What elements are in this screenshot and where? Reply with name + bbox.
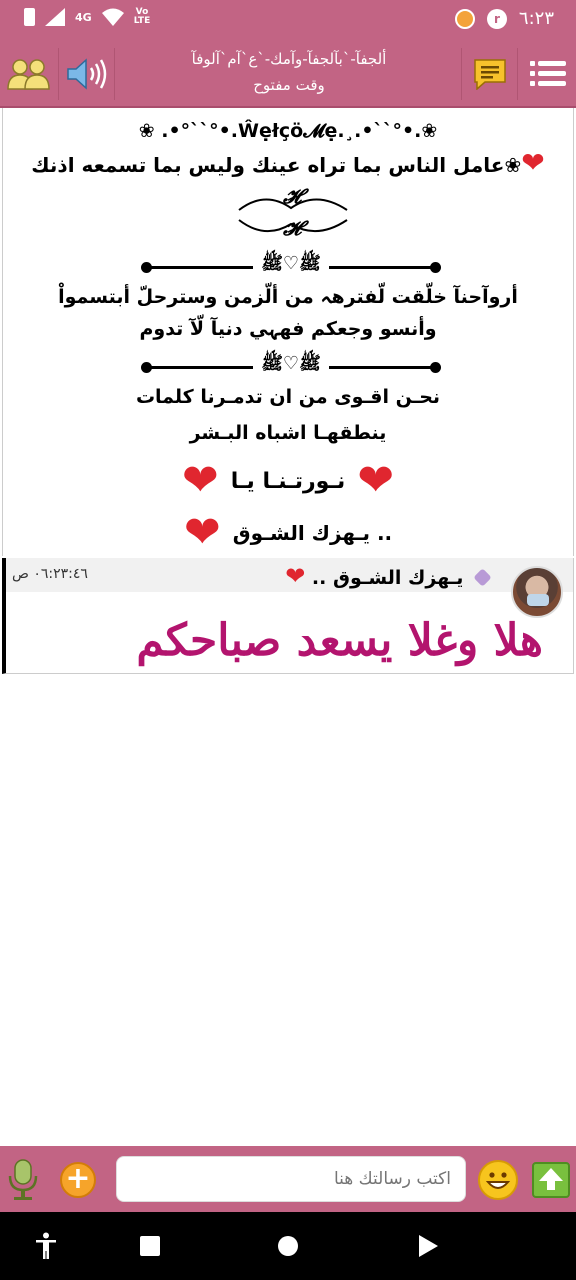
monogram-bottom: 𝓗	[283, 216, 302, 240]
attach-button[interactable]: +	[60, 1162, 96, 1198]
welcome-line: عامل الناس بما تراه عينك وليس بما تسمعه …	[3, 149, 573, 178]
emoji-icon[interactable]	[478, 1160, 518, 1200]
welcome-signature: ❤ يـهزك الشـوق ..	[3, 510, 573, 556]
gem-icon	[473, 568, 492, 587]
system-nav-bar	[0, 1212, 576, 1280]
status-left: 4G Vo LTE	[24, 8, 150, 26]
chat-message[interactable]: ٠٦:٢٣:٤٦ ص يـهزك الشـوق .. ❤ هلا وغلا يس…	[2, 558, 574, 674]
send-icon[interactable]	[532, 1162, 570, 1198]
welcome-line: وأنسو وجعكم فهہي دنيآ لّآ تدوم	[139, 318, 437, 340]
welcome-line: نحـن اقـوى من ان تدمـرنا كلمات	[135, 386, 441, 408]
room-header: ألجفآ-`بآلجفآ-وآمك-`ع`آم`آلوفآ وقت مفتوح	[0, 40, 576, 108]
header-divider	[461, 48, 462, 100]
room-name: ألجفآ-`بآلجفآ-وآمك-`ع`آم`آلوفآ	[191, 50, 387, 68]
input-bar: +	[0, 1146, 576, 1212]
heart-icon: ❤	[521, 146, 545, 179]
menu-icon[interactable]	[528, 54, 568, 94]
message-text: هلا وغلا يسعد صباحكم	[136, 615, 543, 666]
sender-name: يـهزك الشـوق ..	[311, 567, 464, 589]
home-button[interactable]	[268, 1212, 308, 1280]
welcome-message: ❀ .•°``°•.Ŵẹłçö𝓜ẹ.¸.•``°•.❀ عامل الناس ب…	[2, 108, 574, 556]
messages-icon[interactable]	[470, 54, 510, 94]
message-time: ٠٦:٢٣:٤٦ ص	[12, 566, 88, 582]
heart-icon: ❤	[181, 455, 219, 506]
welcome-greeting: ❤ نـورتـنـا يـا ❤	[3, 458, 573, 504]
chat-area[interactable]: ❀ .•°``°•.Ŵẹłçö𝓜ẹ.¸.•``°•.❀ عامل الناس ب…	[0, 108, 576, 1146]
message-sender[interactable]: يـهزك الشـوق .. ❤	[285, 562, 492, 590]
accessibility-icon[interactable]	[26, 1212, 66, 1280]
message-input[interactable]	[116, 1156, 466, 1202]
divider-ornament: ﷺ♡ﷺ	[261, 253, 321, 274]
microphone-icon[interactable]	[6, 1158, 40, 1202]
welcome-title: ❀ .•°``°•.Ŵẹłçö𝓜ẹ.¸.•``°•.❀	[138, 120, 438, 142]
room-subtitle: وقت مفتوح	[253, 76, 325, 94]
header-divider	[517, 48, 518, 100]
welcome-line: نـورتـنـا يـا	[230, 468, 346, 494]
ornament-divider: ﷺ♡ﷺ	[141, 353, 441, 374]
volte-icon: Vo LTE	[134, 8, 151, 26]
volte-bottom: LTE	[133, 16, 151, 26]
wifi-icon	[101, 8, 124, 26]
recents-button[interactable]	[130, 1212, 170, 1280]
avatar[interactable]	[511, 566, 563, 618]
header-divider	[58, 48, 59, 100]
welcome-line: يـهزك الشـوق ..	[232, 521, 393, 545]
divider-ornament: ﷺ♡ﷺ	[261, 353, 321, 374]
header-divider	[114, 48, 115, 100]
welcome-line: ينطقهـا اشباه البـشر	[189, 422, 387, 444]
status-bar: 4G Vo LTE r ٦:٢٣	[0, 0, 576, 40]
room-title: ألجفآ-`بآلجفآ-وآمك-`ع`آم`آلوفآ وقت مفتوح	[120, 46, 458, 98]
heart-icon: ❤	[183, 507, 221, 558]
signal-icon	[45, 8, 65, 26]
battery-icon	[24, 8, 35, 26]
users-icon[interactable]	[4, 54, 54, 94]
notification-icon: r	[486, 8, 507, 29]
heart-icon: ❤	[357, 455, 395, 506]
monogram-top: 𝓗	[283, 184, 302, 208]
welcome-line: أروآحنآ خلّقت لّفترهہ من ألّزمن وسترحلّ …	[58, 286, 518, 308]
welcome-line-text: عامل الناس بما تراه عينك وليس بما تسمعه …	[31, 153, 522, 177]
clock: ٦:٢٣	[518, 8, 554, 29]
heart-icon: ❤	[285, 562, 306, 590]
back-button[interactable]	[408, 1212, 448, 1280]
message-header: ٠٦:٢٣:٤٦ ص يـهزك الشـوق .. ❤	[6, 558, 573, 592]
ornament-divider: ﷺ♡ﷺ	[141, 253, 441, 274]
network-type: 4G	[75, 10, 92, 24]
monogram-ornament: 𝓗 𝓗	[235, 184, 351, 246]
firefox-icon	[454, 8, 475, 29]
status-right: r ٦:٢٣	[454, 8, 554, 29]
speaker-icon[interactable]	[64, 54, 110, 94]
